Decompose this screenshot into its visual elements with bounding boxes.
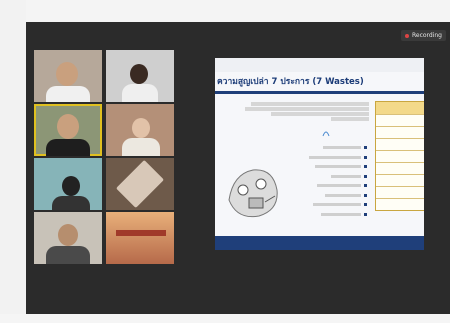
shared-screen-slide[interactable]: ความสูญเปล่า 7 ประการ (7 Wastes) xyxy=(215,58,424,250)
participant-face xyxy=(57,114,79,139)
slide-side-table-header xyxy=(376,102,424,114)
slide-bullet xyxy=(279,162,367,172)
slide-doodle-icon xyxy=(322,131,330,137)
participant-image xyxy=(115,159,165,209)
bullet-icon xyxy=(364,146,367,150)
slide-side-table-row xyxy=(376,126,424,138)
slide-side-table-row xyxy=(376,138,424,150)
slide-bullet-list xyxy=(279,143,367,219)
bullet-icon xyxy=(364,184,367,188)
participant-body xyxy=(46,139,90,156)
slide-bullet xyxy=(279,143,367,153)
participant-face xyxy=(130,64,148,84)
participant-face xyxy=(56,62,78,86)
participant-tile[interactable] xyxy=(106,212,174,264)
participant-tile[interactable] xyxy=(106,104,174,156)
window-bottom-strip xyxy=(0,314,450,323)
slide-paragraph xyxy=(241,101,369,122)
bullet-icon xyxy=(364,212,367,216)
participant-face xyxy=(132,118,150,138)
recording-badge[interactable]: Recording xyxy=(400,30,446,41)
participant-tile[interactable] xyxy=(34,50,102,102)
slide-side-table-row xyxy=(376,114,424,126)
participant-tile[interactable] xyxy=(106,50,174,102)
slide-side-table-row xyxy=(376,198,424,210)
participant-body xyxy=(52,196,90,210)
slide-side-table-row xyxy=(376,174,424,186)
participant-face xyxy=(58,224,78,246)
slide-bullet xyxy=(279,200,367,210)
bullet-icon xyxy=(364,155,367,159)
participant-gallery xyxy=(34,50,174,282)
participant-tile-active-speaker[interactable] xyxy=(34,104,102,156)
window-top-strip xyxy=(0,0,450,22)
participant-bridge-image xyxy=(116,230,166,236)
bullet-icon xyxy=(364,193,367,197)
participant-face xyxy=(62,176,80,196)
window-left-strip xyxy=(0,0,26,323)
participant-body xyxy=(46,86,90,102)
slide-bullet xyxy=(279,191,367,201)
slide-bullet xyxy=(279,181,367,191)
bullet-icon xyxy=(364,203,367,207)
participant-body xyxy=(122,138,160,156)
slide-top-band xyxy=(215,58,424,72)
bullet-icon xyxy=(364,165,367,169)
participant-body xyxy=(122,84,158,102)
record-icon xyxy=(404,33,409,38)
slide-side-table-row xyxy=(376,186,424,198)
slide-title-rule xyxy=(215,91,424,94)
slide-side-table-row xyxy=(376,162,424,174)
bullet-icon xyxy=(364,174,367,178)
participant-tile[interactable] xyxy=(34,158,102,210)
slide-bullet xyxy=(279,210,367,220)
slide-side-table xyxy=(375,101,424,211)
slide-bottom-band xyxy=(215,236,424,250)
recording-label: Recording xyxy=(411,32,442,39)
waste-illustration xyxy=(228,169,278,218)
slide-bullet xyxy=(279,153,367,163)
participant-body xyxy=(46,246,90,264)
participant-tile[interactable] xyxy=(106,158,174,210)
slide-bullet xyxy=(279,172,367,182)
slide-side-table-row xyxy=(376,150,424,162)
participant-tile[interactable] xyxy=(34,212,102,264)
slide-title: ความสูญเปล่า 7 ประการ (7 Wastes) xyxy=(217,77,364,87)
